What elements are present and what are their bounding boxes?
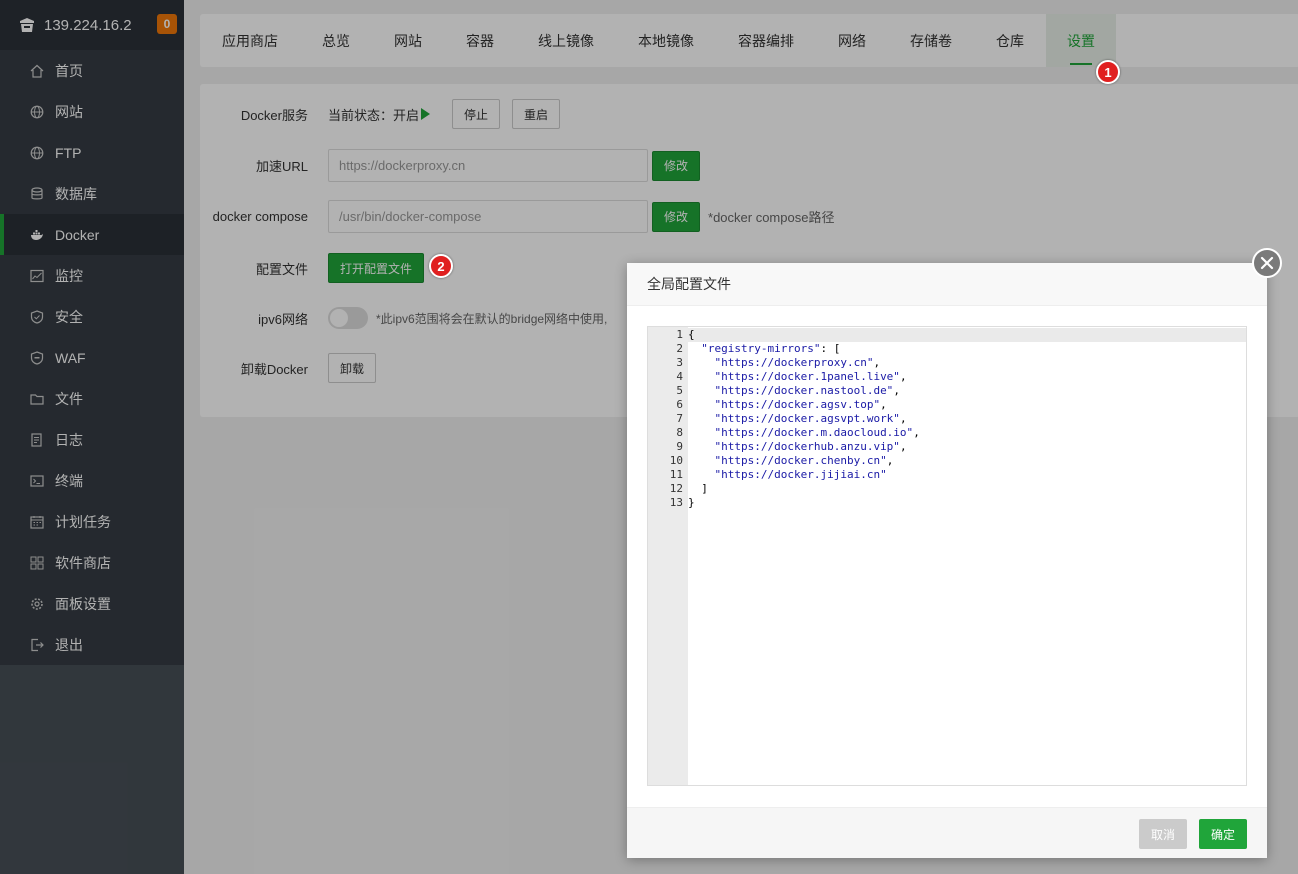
line-number: 10 [669,454,683,467]
line-number: 2 [676,342,683,355]
close-modal-button[interactable] [1252,248,1282,278]
code-line: "https://docker.jijiai.cn" [714,468,887,481]
code-line: } [688,496,695,509]
code-line: { [688,328,1246,342]
line-number: 5 [676,384,683,397]
confirm-button[interactable]: 确定 [1199,819,1248,849]
code-line: "registry-mirrors": [ [701,342,841,355]
line-number: 12 [669,482,683,495]
code-line: "https://docker.1panel.live", [714,370,907,383]
line-number: 4 [676,370,683,383]
code-editor[interactable]: 1 2 3 4 5 6 7 8 9 10 11 12 13 { "registry-mirrors": … [647,326,1247,786]
line-number: 8 [676,426,683,439]
modal-title: 全局配置文件 [627,263,1267,306]
step-marker-2: 2 [429,254,453,278]
code-line: "https://docker.agsvpt.work", [714,412,907,425]
line-number: 3 [676,356,683,369]
code-line: "https://docker.chenby.cn", [714,454,894,467]
code-line: "https://dockerhub.anzu.vip", [714,440,907,453]
line-number: 11 [669,468,683,481]
config-file-modal: 全局配置文件 1 2 3 4 5 6 7 8 9 10 11 12 13 { "registry-mir… [627,263,1267,858]
modal-footer: 取消 确定 [627,807,1267,858]
code-line: "https://docker.m.daocloud.io", [714,426,920,439]
line-number: 13 [669,496,683,509]
cancel-button[interactable]: 取消 [1139,819,1188,849]
code-line: "https://docker.nastool.de", [714,384,900,397]
line-number: 7 [676,412,683,425]
close-icon [1260,256,1274,270]
code-line: ] [688,482,708,495]
line-number: 6 [676,398,683,411]
code-line: "https://dockerproxy.cn", [714,356,881,369]
line-number: 1 [676,328,683,341]
code-content[interactable]: { "registry-mirrors": [ "https://dockerp… [688,327,1246,785]
line-number: 9 [676,440,683,453]
line-numbers: 1 2 3 4 5 6 7 8 9 10 11 12 13 [648,327,688,785]
step-marker-1: 1 [1096,60,1120,84]
code-line: "https://docker.agsv.top", [714,398,887,411]
